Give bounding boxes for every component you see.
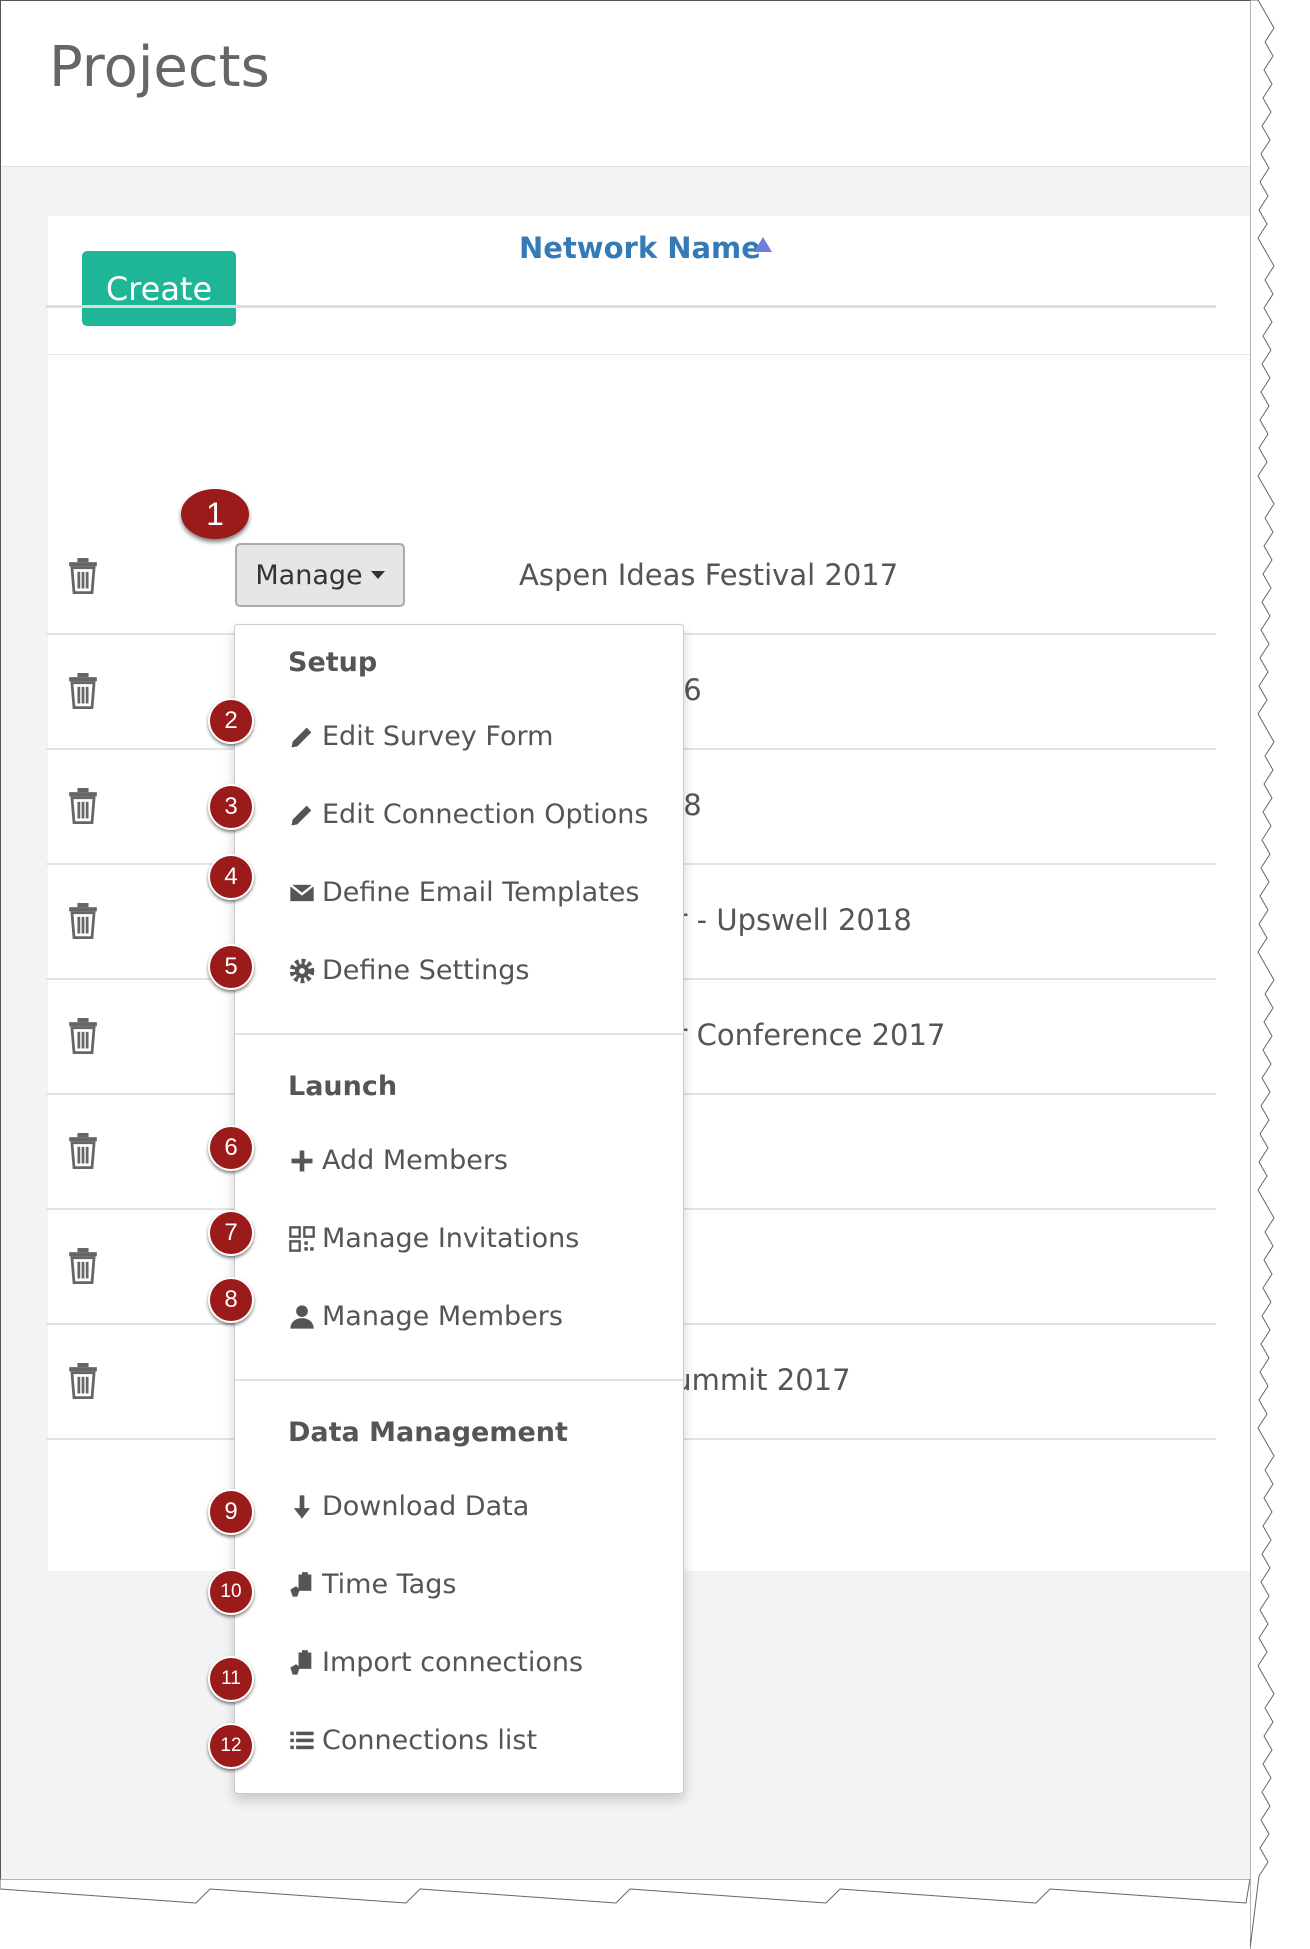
callout-marker-4: 4 (208, 854, 254, 900)
menu-item-time-tags[interactable]: Time Tags (288, 1569, 456, 1600)
clipboard-hand-icon (290, 1649, 312, 1675)
callout-marker-5: 5 (208, 944, 254, 990)
menu-item-manage-invitations[interactable]: Manage Invitations (288, 1223, 579, 1254)
manage-button-label: Manage (255, 559, 363, 591)
network-name-column-header[interactable]: Network Name (519, 231, 761, 265)
pencil-icon (291, 727, 312, 747)
callout-marker-8: 8 (208, 1277, 254, 1323)
torn-edge-right (1250, 0, 1275, 1949)
menu-item-define-settings[interactable]: Define Settings (288, 955, 529, 986)
manage-dropdown-menu: Setup Edit Survey Form Edit Connection O… (234, 624, 684, 1794)
menu-item-import-connections[interactable]: Import connections (288, 1647, 583, 1678)
trash-icon[interactable] (66, 673, 100, 709)
create-button[interactable]: Create (82, 251, 236, 326)
trash-icon[interactable] (66, 1363, 100, 1399)
trash-icon[interactable] (66, 788, 100, 824)
plus-icon (291, 1150, 313, 1171)
trash-icon[interactable] (66, 558, 100, 594)
trash-icon[interactable] (66, 1248, 100, 1284)
qrcode-icon (289, 1225, 315, 1252)
callout-marker-1: 1 (181, 489, 249, 539)
page-title: Projects (49, 35, 270, 100)
menu-item-define-email-templates[interactable]: Define Email Templates (288, 877, 639, 908)
table-header-divider (46, 305, 1216, 308)
trash-icon[interactable] (66, 1133, 100, 1169)
menu-item-add-members[interactable]: Add Members (288, 1145, 508, 1176)
callout-marker-2: 2 (208, 698, 254, 744)
clipboard-hand-icon (290, 1571, 312, 1597)
menu-item-edit-survey-form[interactable]: Edit Survey Form (288, 721, 553, 752)
menu-item-edit-connection-options[interactable]: Edit Connection Options (288, 799, 648, 830)
callout-marker-11: 11 (208, 1656, 254, 1702)
callout-marker-3: 3 (208, 784, 254, 830)
pencil-icon (291, 805, 312, 825)
user-icon (290, 1304, 314, 1329)
page-header: Projects (1, 1, 1251, 167)
caret-down-icon (370, 571, 385, 579)
launch-section-header: Launch (288, 1071, 398, 1102)
callout-marker-12: 12 (208, 1723, 254, 1769)
trash-icon[interactable] (66, 1018, 100, 1054)
envelope-icon (289, 883, 315, 901)
setup-section-header: Setup (288, 647, 378, 678)
network-name-cell[interactable]: Aspen Ideas Festival 2017 (519, 558, 898, 592)
data-management-section-header: Data Management (288, 1417, 568, 1448)
menu-item-manage-members[interactable]: Manage Members (288, 1301, 563, 1332)
callout-marker-9: 9 (208, 1489, 254, 1535)
menu-divider (235, 1379, 683, 1381)
page-frame: Projects Create Network Name Aspen Ideas… (0, 0, 1251, 1886)
callout-marker-6: 6 (208, 1125, 254, 1171)
menu-item-download-data[interactable]: Download Data (288, 1491, 529, 1522)
card-divider (48, 354, 1251, 355)
sort-ascending-icon[interactable] (754, 237, 772, 252)
menu-divider (235, 1033, 683, 1035)
gear-icon (289, 958, 315, 983)
callout-marker-10: 10 (208, 1569, 254, 1615)
manage-button[interactable]: Manage (235, 543, 405, 607)
trash-icon[interactable] (66, 903, 100, 939)
menu-item-connections-list[interactable]: Connections list (288, 1725, 537, 1756)
list-icon (290, 1731, 314, 1749)
torn-edge-bottom (0, 1879, 1251, 1904)
arrow-down-icon (293, 1494, 311, 1519)
callout-marker-7: 7 (208, 1210, 254, 1256)
